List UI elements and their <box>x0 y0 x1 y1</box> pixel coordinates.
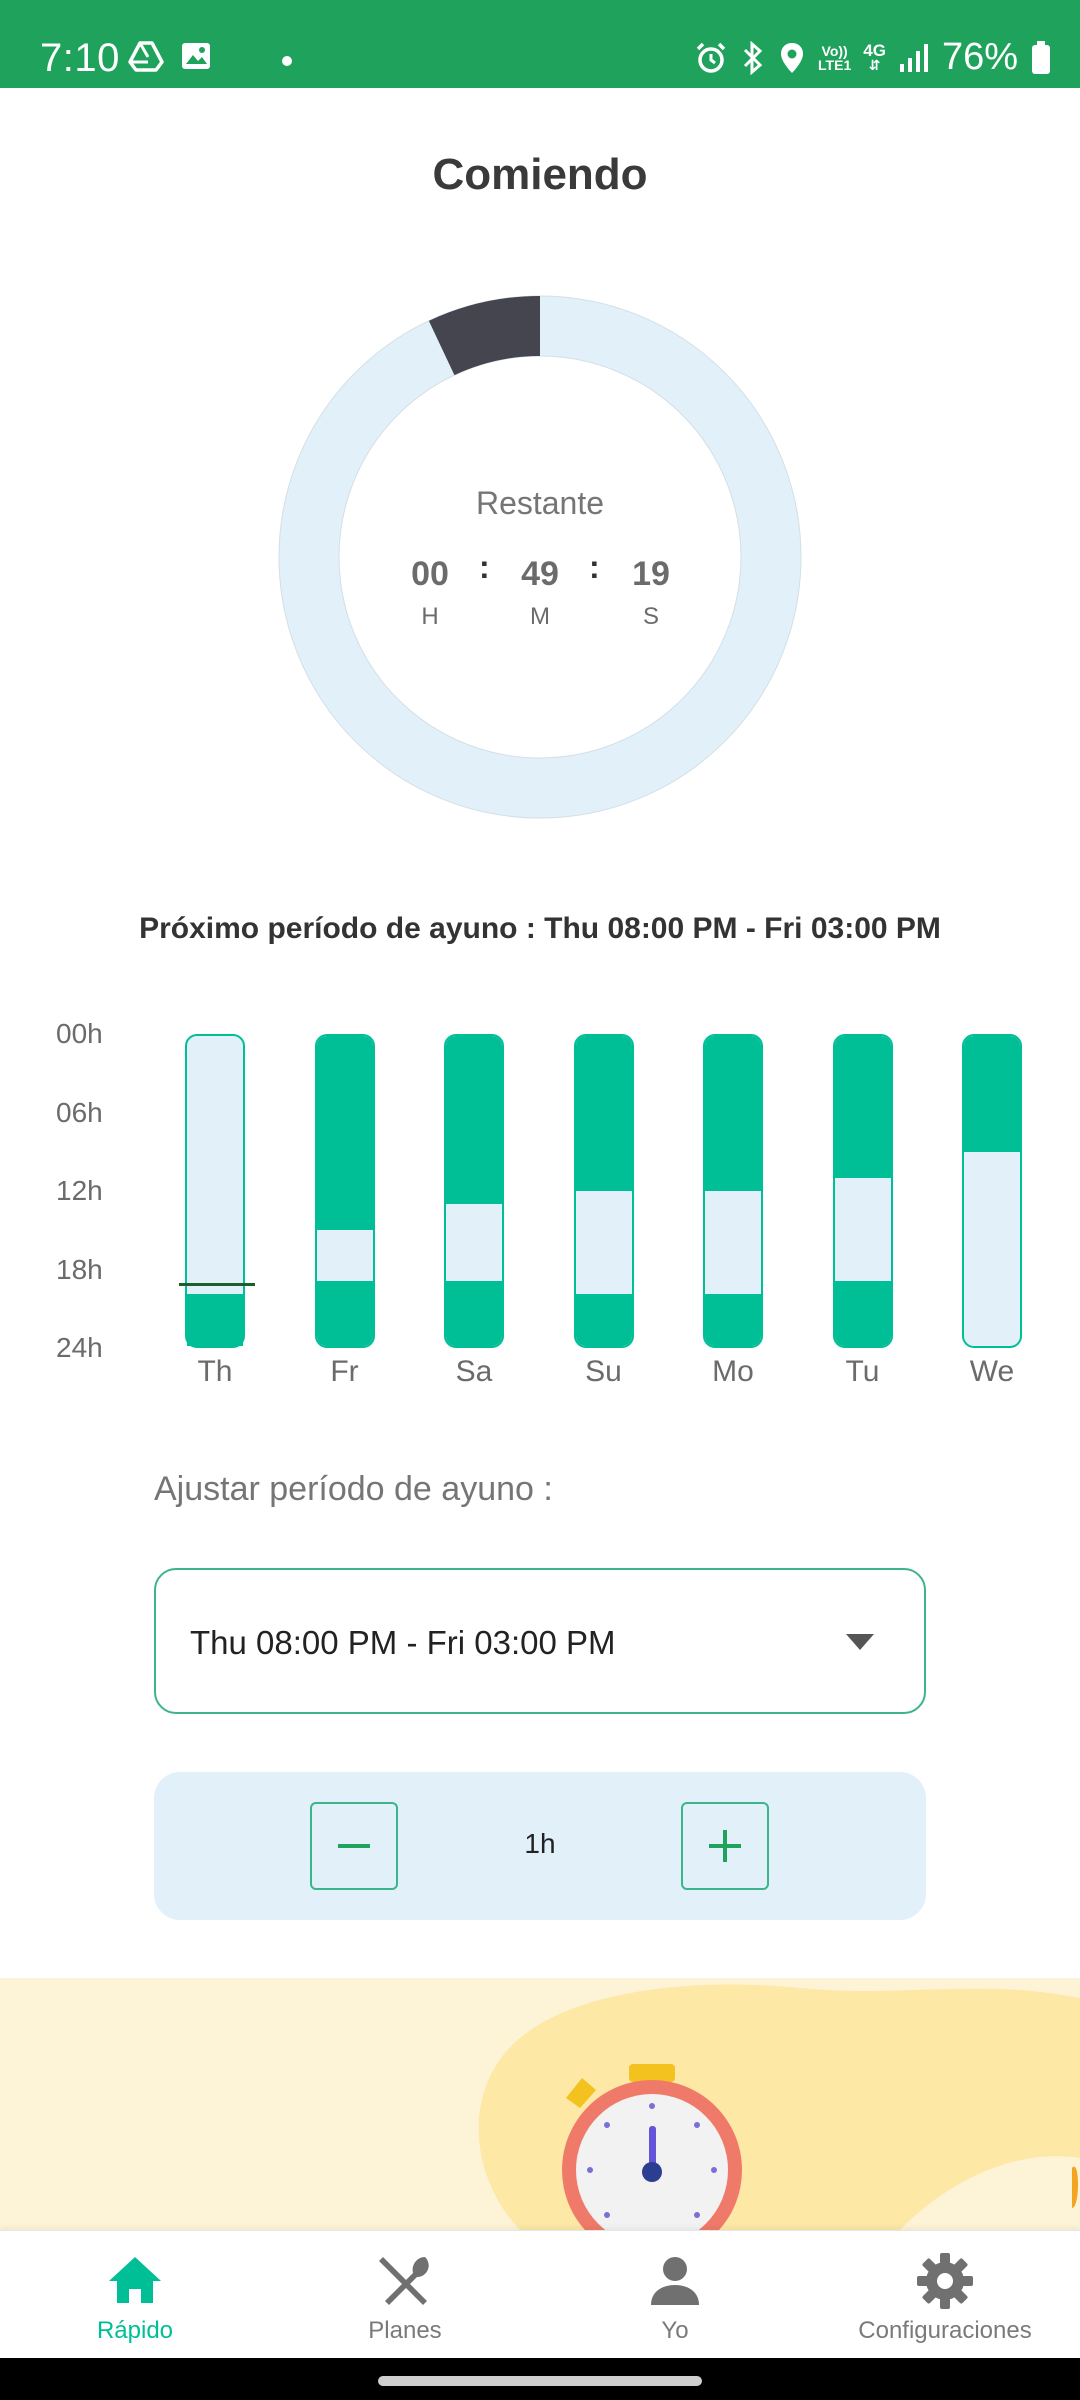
eating-window-segment <box>834 1281 891 1346</box>
status-bar: 7:10 Vo)) LTE1 4G ⇵ 76% <box>0 0 1080 88</box>
x-tick-label: Su <box>585 1355 622 1388</box>
eating-window-segment <box>964 1036 1020 1153</box>
timer-separator: : <box>589 549 600 585</box>
eating-window-segment <box>705 1294 761 1346</box>
eating-window-segment <box>316 1036 373 1230</box>
next-fast-period: Próximo período de ayuno : Thu 08:00 PM … <box>139 912 941 945</box>
gear-icon <box>917 2253 973 2309</box>
fast-period-dropdown[interactable]: Thu 08:00 PM - Fri 03:00 PM <box>154 1568 926 1714</box>
eating-window-segment <box>316 1281 373 1346</box>
timer-minutes: 49 <box>521 555 559 593</box>
day-bar-we <box>962 1034 1022 1348</box>
notification-dot <box>282 56 292 66</box>
status-time: 7:10 <box>40 36 120 80</box>
nav-item-rapido[interactable]: Rápido <box>0 2231 270 2359</box>
day-bar-th <box>179 1034 255 1348</box>
day-bar-sa <box>444 1034 504 1348</box>
battery-percent: 76% <box>941 36 1018 78</box>
day-bar-mo <box>703 1034 763 1348</box>
adjust-fast-label: Ajustar período de ayuno : <box>154 1470 553 1508</box>
x-tick-label: Th <box>197 1355 233 1388</box>
gallery-icon <box>182 43 210 69</box>
day-bar-fr <box>314 1034 375 1348</box>
status-right-icons: Vo)) LTE1 4G ⇵ 76% <box>694 36 1052 79</box>
fork-knife-icon <box>379 2257 429 2305</box>
drive-icon <box>128 41 164 72</box>
day-bar-tu <box>832 1034 893 1348</box>
increase-button[interactable] <box>681 1802 769 1890</box>
nav-item-yo[interactable]: Yo <box>540 2231 810 2359</box>
timer-hours-label: H <box>421 603 439 630</box>
signal-icon <box>899 43 928 72</box>
nav-item-configuraciones[interactable]: Configuraciones <box>810 2231 1080 2359</box>
eating-window-segment <box>705 1036 761 1191</box>
eating-window-segment <box>575 1036 632 1191</box>
day-bar-su <box>573 1034 634 1348</box>
x-tick-label: Mo <box>712 1355 754 1388</box>
nav-label-rapido: Rápido <box>96 2317 174 2344</box>
eating-window-segment <box>187 1294 243 1346</box>
timer-seconds: 19 <box>632 555 670 593</box>
plus-icon <box>709 1830 741 1862</box>
x-tick-label: Sa <box>455 1355 493 1388</box>
bottom-navigation: Rápido Planes Yo Configuraciones <box>0 2230 1080 2358</box>
screen: 7:10 Vo)) LTE1 4G ⇵ 76% Comiendo Restant… <box>0 0 1080 2400</box>
timer-minutes-label: M <box>530 603 550 630</box>
page-title: Comiendo <box>432 150 648 199</box>
gesture-bar <box>0 2358 1080 2400</box>
duration-stepper: 1h <box>154 1772 926 1920</box>
nav-label-yo: Yo <box>661 2317 689 2344</box>
countdown-timer: 00 H : 49 M : 19 S <box>0 549 1080 635</box>
location-icon <box>781 42 804 73</box>
nav-item-planes[interactable]: Planes <box>270 2231 540 2359</box>
x-tick-label: We <box>969 1355 1015 1388</box>
y-tick-label: 18h <box>56 1253 103 1285</box>
timer-hours: 00 <box>411 555 449 593</box>
chevron-down-icon <box>846 1634 874 1650</box>
home-gesture-handle[interactable] <box>378 2376 702 2386</box>
y-tick-label: 06h <box>56 1096 103 1128</box>
network-type-indicator: 4G ⇵ <box>863 40 886 73</box>
y-tick-label: 12h <box>56 1175 103 1206</box>
x-tick-label: Tu <box>845 1355 880 1388</box>
home-icon <box>109 2257 161 2303</box>
bluetooth-icon <box>743 40 763 75</box>
step-value: 1h <box>524 1828 556 1859</box>
eating-window-segment <box>446 1281 502 1346</box>
dropdown-selected-value: Thu 08:00 PM - Fri 03:00 PM <box>190 1624 616 1661</box>
alarm-icon <box>696 42 726 73</box>
eating-window-segment <box>446 1036 502 1204</box>
person-icon <box>651 2257 699 2305</box>
stopwatch-illustration <box>478 1984 1080 2230</box>
nav-label-planes: Planes <box>368 2317 442 2344</box>
current-time-marker <box>179 1282 255 1286</box>
timer-separator: : <box>479 549 490 585</box>
battery-icon <box>1032 40 1050 74</box>
nav-label-configuraciones: Configuraciones <box>858 2317 1032 2344</box>
eating-window-segment <box>834 1036 891 1179</box>
remaining-label: Restante <box>475 485 605 521</box>
volte-indicator: Vo)) LTE1 <box>818 42 852 73</box>
weekly-fasting-chart: 00h 06h 12h 18h 24h Th Fr Sa Su Mo Tu We <box>0 1018 1080 1400</box>
y-tick-label: 00h <box>56 1018 103 1049</box>
status-left-icons <box>128 40 212 72</box>
y-tick-label: 24h <box>56 1332 103 1363</box>
eating-window-segment <box>575 1294 632 1346</box>
timer-seconds-label: S <box>642 603 659 630</box>
promo-banner <box>0 1978 1080 2230</box>
x-tick-label: Fr <box>330 1355 359 1388</box>
